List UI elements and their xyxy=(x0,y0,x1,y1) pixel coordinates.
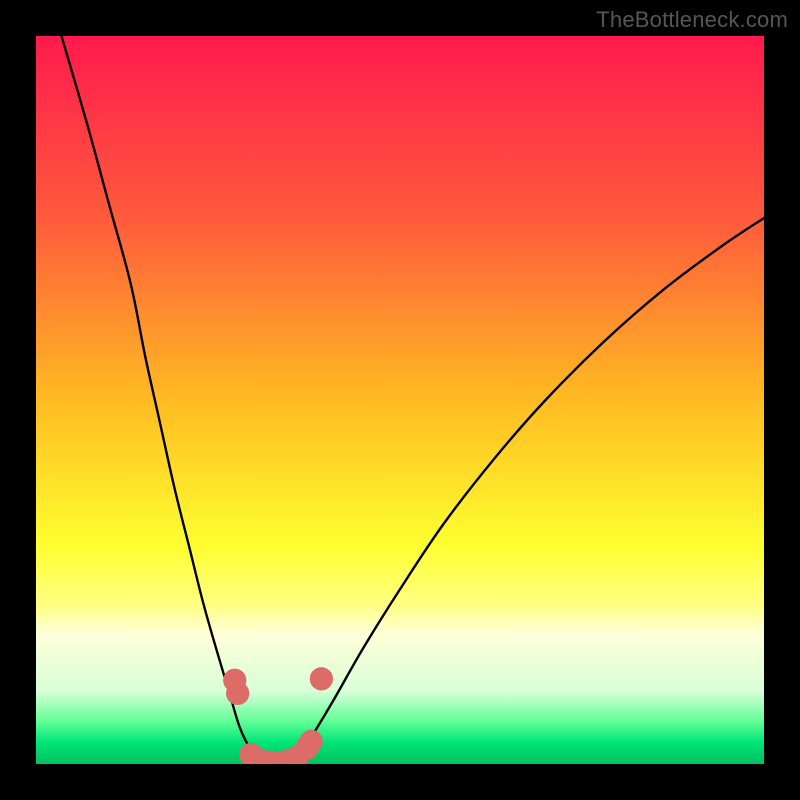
marker-dot xyxy=(226,682,249,705)
gradient-background xyxy=(36,36,764,764)
marker-dot xyxy=(310,667,333,690)
plot-area xyxy=(36,36,764,764)
watermark-text: TheBottleneck.com xyxy=(596,7,788,33)
chart-svg xyxy=(36,36,764,764)
marker-dot xyxy=(300,730,323,753)
chart-container: TheBottleneck.com xyxy=(0,0,800,800)
